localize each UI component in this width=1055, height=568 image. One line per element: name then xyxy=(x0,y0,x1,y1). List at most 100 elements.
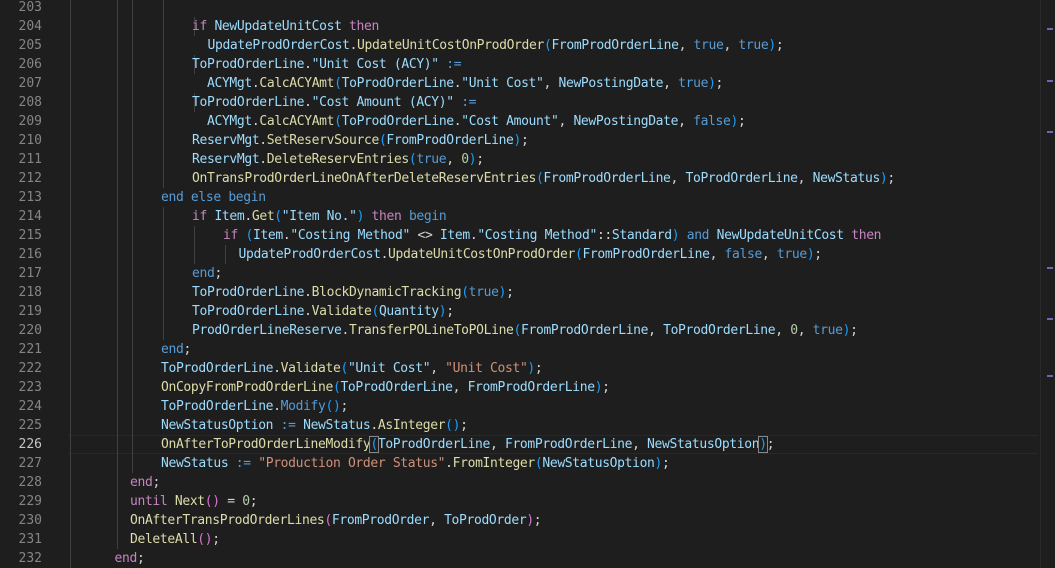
line-number: 214 xyxy=(18,209,42,224)
code-line[interactable]: ReservMgt.SetReservSource(FromProdOrderL… xyxy=(192,131,529,150)
code-token: 0 xyxy=(790,323,798,338)
code-line[interactable]: NewStatus := "Production Order Status".F… xyxy=(161,454,670,473)
code-line[interactable]: DeleteAll(); xyxy=(130,530,220,549)
code-line[interactable]: end; xyxy=(130,473,160,492)
code-token: begin xyxy=(408,209,447,224)
code-line[interactable]: UpdateProdOrderCost.UpdateUnitCostOnProd… xyxy=(238,245,823,264)
code-token: end xyxy=(192,266,215,281)
line-number: 221 xyxy=(18,342,42,357)
code-token: NewStatus xyxy=(161,456,229,471)
code-token: , xyxy=(678,114,694,129)
code-token: ; xyxy=(506,285,514,300)
code-token: ( xyxy=(245,228,253,243)
code-token: ToProdOrderLine xyxy=(663,323,776,338)
code-line[interactable]: end; xyxy=(192,264,222,283)
line-number: 225 xyxy=(18,418,42,433)
code-token: ; xyxy=(850,323,858,338)
code-token: ACYMgt xyxy=(207,76,252,91)
vertical-scrollbar[interactable] xyxy=(1040,0,1055,568)
code-token: ; xyxy=(136,551,145,566)
code-token: ReservMgt xyxy=(192,152,260,167)
code-token: ; xyxy=(887,171,895,186)
code-token: FromProdOrderLine xyxy=(521,323,649,338)
code-line[interactable]: end else begin xyxy=(161,188,266,207)
code-token: "Item No." xyxy=(281,209,357,224)
code-token: ) xyxy=(212,494,220,509)
code-token: then xyxy=(851,228,882,243)
code-token: NewStatusOption xyxy=(161,418,274,433)
code-line[interactable]: OnCopyFromProdOrderLine(ToProdOrderLine,… xyxy=(161,378,610,397)
code-line[interactable]: OnAfterToProdOrderLineModify(ToProdOrder… xyxy=(161,435,775,454)
code-token: FromProdOrderLine xyxy=(467,380,595,395)
code-line[interactable]: until Next() = 0; xyxy=(130,492,258,511)
code-token: . xyxy=(244,209,252,224)
code-token: ToProdOrderLine xyxy=(685,171,799,186)
code-token: "Unit Cost" xyxy=(445,361,528,376)
code-token: ( xyxy=(369,436,379,453)
code-token: , xyxy=(663,76,679,91)
code-line[interactable]: ToProdOrderLine.BlockDynamicTracking(tru… xyxy=(192,283,514,302)
line-number: 231 xyxy=(18,532,42,547)
code-token: UpdateProdOrderCost xyxy=(238,247,381,262)
code-line[interactable]: ACYMgt.CalcACYAmt(ToProdOrderLine."Cost … xyxy=(207,112,746,131)
code-token: CalcACYAmt xyxy=(259,114,335,129)
code-token: true xyxy=(678,76,709,91)
code-token: ) xyxy=(708,76,716,91)
code-area[interactable]: if NewUpdateUnitCost then UpdateProdOrder… xyxy=(68,0,1038,568)
line-number: 220 xyxy=(18,323,42,338)
code-line[interactable]: if (Item."Costing Method" <> Item."Costi… xyxy=(223,226,882,245)
line-number: 217 xyxy=(18,266,42,281)
code-token: UpdateProdOrderCost xyxy=(207,38,350,53)
code-line[interactable]: ToProdOrderLine."Unit Cost (ACY)" := xyxy=(192,55,462,74)
indent-guide xyxy=(163,207,164,340)
code-token: ; xyxy=(152,475,160,490)
code-token: , xyxy=(797,171,813,186)
code-token: ; xyxy=(340,399,348,414)
code-token: "Unit Cost" xyxy=(461,76,544,91)
code-token: NewStatusOption xyxy=(647,437,760,452)
code-line[interactable]: ACYMgt.CalcACYAmt(ToProdOrderLine."Unit … xyxy=(207,74,723,93)
code-line[interactable]: if NewUpdateUnitCost then xyxy=(192,17,379,36)
code-token: "Production Order Status" xyxy=(258,456,446,471)
code-line[interactable]: ProdOrderLineReserve.TransferPOLineToPOL… xyxy=(192,321,858,340)
code-token: ReservMgt xyxy=(192,133,260,148)
code-token: Get xyxy=(251,209,275,224)
scrollbar-marker xyxy=(1047,130,1053,133)
code-token: , xyxy=(490,437,505,452)
code-token: ; xyxy=(214,266,222,281)
code-token: NewPostingDate xyxy=(558,76,664,91)
code-token: true xyxy=(812,323,843,338)
indent-guide xyxy=(163,0,164,188)
code-token: FromProdOrderLine xyxy=(551,38,679,53)
code-line[interactable]: ReservMgt.DeleteReservEntries(true, 0); xyxy=(192,150,484,169)
code-line[interactable]: ToProdOrderLine.Validate("Unit Cost", "U… xyxy=(161,359,543,378)
line-number: 222 xyxy=(18,361,42,376)
code-line[interactable]: OnAfterTransProdOrderLines(FromProdOrder… xyxy=(130,511,542,530)
code-line[interactable]: NewStatusOption := NewStatus.AsInteger()… xyxy=(161,416,468,435)
code-token: AsInteger xyxy=(377,418,446,433)
code-token: . xyxy=(341,323,350,338)
indent-guide xyxy=(194,226,195,264)
code-line[interactable]: end; xyxy=(161,340,191,359)
code-line[interactable]: ToProdOrderLine.Modify(); xyxy=(161,397,348,416)
code-token: ) xyxy=(527,361,535,376)
code-editor[interactable]: 203 204 205 206 207 208 209 210 211 212 213 214 215 2… xyxy=(0,0,1055,568)
code-line[interactable]: ToProdOrderLine.Validate(Quantity); xyxy=(192,302,454,321)
code-line[interactable]: ToProdOrderLine."Cost Amount (ACY)" := xyxy=(192,93,477,112)
code-line[interactable]: end; xyxy=(115,549,145,568)
code-token: , xyxy=(775,323,791,338)
code-token: ToProdOrderLine xyxy=(161,399,274,414)
code-token: Quantity xyxy=(378,304,439,319)
code-token: NewStatus xyxy=(812,171,881,186)
code-token: := xyxy=(461,95,477,110)
code-line[interactable]: UpdateProdOrderCost.UpdateUnitCostOnProd… xyxy=(208,36,784,55)
code-token: ) xyxy=(730,114,738,129)
code-line[interactable]: if Item.Get("Item No.") then begin xyxy=(192,207,447,226)
code-token: := xyxy=(280,418,296,433)
code-token: Item xyxy=(439,228,470,243)
line-number: 213 xyxy=(18,190,42,205)
code-line[interactable]: OnTransProdOrderLineOnAfterDeleteReservE… xyxy=(192,169,895,188)
code-token: NewUpdateUnitCost xyxy=(716,228,844,243)
